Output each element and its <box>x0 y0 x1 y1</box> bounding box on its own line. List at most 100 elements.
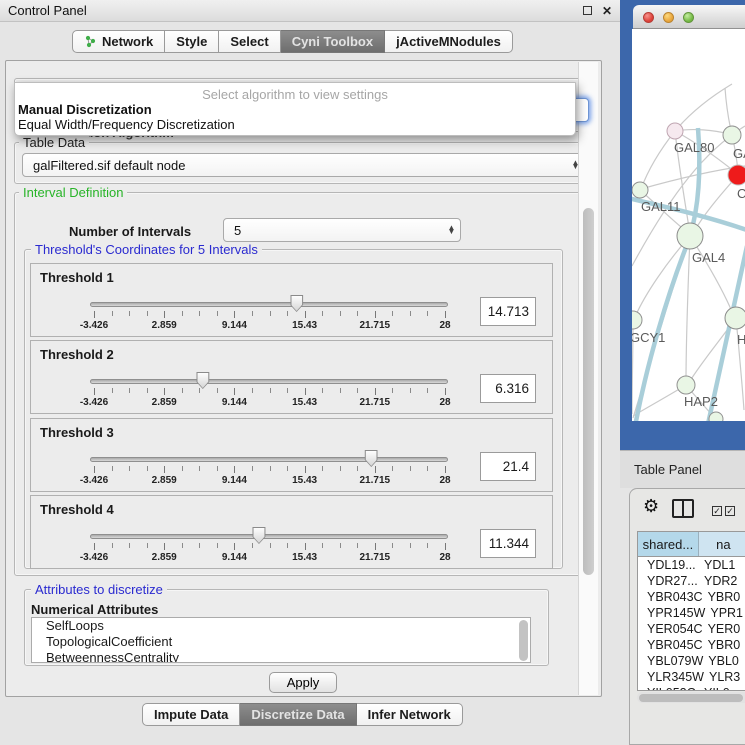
table-row[interactable]: YBR043C YBR0 <box>638 589 745 605</box>
tab-network[interactable]: Network <box>72 30 165 53</box>
tab-label: Network <box>102 34 153 49</box>
numerical-attributes-list[interactable]: SelfLoops TopologicalCoefficient Between… <box>31 617 531 663</box>
tab-label: jActiveMNodules <box>396 34 501 49</box>
network-node-label: C <box>737 186 745 201</box>
network-node[interactable] <box>728 165 745 185</box>
tab-cyni-toolbox[interactable]: Cyni Toolbox <box>281 30 385 53</box>
gear-icon[interactable]: ⚙ <box>643 496 659 517</box>
network-node-label: GCY1 <box>632 330 665 345</box>
tab-label: Cyni Toolbox <box>292 34 373 49</box>
tab-discretize-data[interactable]: Discretize Data <box>240 703 356 726</box>
slider-handle[interactable] <box>365 450 378 467</box>
network-node-label: H <box>737 332 745 347</box>
zoom-traffic-light-icon[interactable] <box>683 12 694 23</box>
network-node[interactable] <box>723 126 741 144</box>
panel-scrollbar[interactable] <box>578 62 598 695</box>
network-node[interactable] <box>677 376 695 394</box>
table-row[interactable]: YDL19... YDL1 <box>638 557 745 573</box>
float-window-icon[interactable] <box>583 6 592 15</box>
split-table-icon[interactable] <box>672 499 694 518</box>
slider-track[interactable] <box>90 534 448 539</box>
network-node[interactable] <box>632 311 642 329</box>
algorithm-menu-item[interactable]: Equal Width/Frequency Discretization <box>15 117 575 132</box>
panel-title: Control Panel <box>8 3 583 18</box>
threshold-slider: -3.4262.8599.14415.4321.71528 <box>90 294 448 336</box>
checkbox-checked-icon[interactable]: ✓ <box>725 506 735 516</box>
network-edge[interactable] <box>641 131 675 189</box>
threshold-slider: -3.4262.8599.14415.4321.71528 <box>90 449 448 491</box>
tab-label: Impute Data <box>154 707 228 722</box>
network-edge[interactable] <box>675 84 732 131</box>
attribute-list-item[interactable]: TopologicalCoefficient <box>32 634 530 650</box>
threshold-value-box[interactable]: 14.713 <box>480 297 536 326</box>
list-scrollbar[interactable] <box>519 620 528 661</box>
tab-select[interactable]: Select <box>219 30 280 53</box>
apply-button[interactable]: Apply <box>269 672 337 693</box>
network-node[interactable] <box>725 307 745 329</box>
slider-track[interactable] <box>90 457 448 462</box>
slider-track[interactable] <box>90 379 448 384</box>
stepper-arrows-icon: ▲▼ <box>445 226 460 234</box>
table-row[interactable]: YPR145W YPR1 <box>638 605 745 621</box>
table-row[interactable]: YDR27... YDR2 <box>638 573 745 589</box>
number-of-intervals-combo[interactable]: 5 ▲▼ <box>223 218 461 242</box>
minimize-traffic-light-icon[interactable] <box>663 12 674 23</box>
table-panel-title: Table Panel <box>634 462 702 477</box>
thresholds-title: Threshold's Coordinates for 5 Intervals <box>31 242 262 257</box>
table-row[interactable]: YIL052C YIL0 <box>638 685 745 691</box>
network-node[interactable] <box>667 123 683 139</box>
tab-jactivemnodules[interactable]: jActiveMNodules <box>385 30 513 53</box>
threshold-panel: Threshold 1 -3.4262.8599.14415.4321.7152… <box>30 263 553 337</box>
slider-handle[interactable] <box>252 527 265 544</box>
tab-impute-data[interactable]: Impute Data <box>142 703 240 726</box>
threshold-value-box[interactable]: 21.4 <box>480 452 536 481</box>
table-row[interactable]: YER054C YER0 <box>638 621 745 637</box>
close-traffic-light-icon[interactable] <box>643 12 654 23</box>
numerical-attributes-label: Numerical Attributes <box>31 602 158 617</box>
table-data-title: Table Data <box>19 135 89 150</box>
slider-handle[interactable] <box>290 295 303 312</box>
control-panel-titlebar: Control Panel ✕ <box>0 0 620 22</box>
table-data-combo[interactable]: galFiltered.sif default node ▲▼ <box>22 153 585 177</box>
network-node[interactable] <box>677 223 703 249</box>
network-edge[interactable] <box>635 236 690 317</box>
attribute-list-item[interactable]: BetweennessCentrality <box>32 650 530 663</box>
algorithm-placeholder-item[interactable]: Select algorithm to view settings <box>15 83 575 102</box>
attribute-list-item[interactable]: SelfLoops <box>32 618 530 634</box>
slider-handle[interactable] <box>196 372 209 389</box>
threshold-label: Threshold 3 <box>40 425 114 440</box>
table-panel-titlebar: Table Panel <box>620 450 745 488</box>
tab-infer-network[interactable]: Infer Network <box>357 703 463 726</box>
network-node-label: GA <box>733 146 745 161</box>
network-node[interactable] <box>709 412 723 421</box>
column-header-name[interactable]: na <box>699 532 745 556</box>
interval-definition-title: Interval Definition <box>19 185 127 200</box>
tab-style[interactable]: Style <box>165 30 219 53</box>
threshold-panel: Threshold 3 -3.4262.8599.14415.4321.7152… <box>30 418 553 492</box>
tab-label: Discretize Data <box>251 707 344 722</box>
network-node-label: GAL80 <box>674 140 714 155</box>
table-data-combo-value: galFiltered.sif default node <box>23 158 569 173</box>
threshold-value-box[interactable]: 11.344 <box>480 529 536 558</box>
table-row[interactable]: YBR045C YBR0 <box>638 637 745 653</box>
checkbox-checked-icon[interactable]: ✓ <box>712 506 722 516</box>
algorithm-dropdown-popup: Select algorithm to view settings Manual… <box>14 82 576 136</box>
table-hscrollbar-thumb[interactable] <box>639 694 743 702</box>
threshold-slider: -3.4262.8599.14415.4321.71528 <box>90 526 448 568</box>
network-node-label: HAP2 <box>684 394 718 409</box>
table-hscrollbar[interactable] <box>637 692 745 703</box>
slider-track[interactable] <box>90 302 448 307</box>
network-edge[interactable] <box>686 236 690 382</box>
network-canvas[interactable]: GAL80GACGAL11GAL4GCY1HHAP2 <box>632 29 745 421</box>
panel-scrollbar-thumb[interactable] <box>583 208 594 575</box>
close-icon[interactable]: ✕ <box>602 5 612 17</box>
table-row[interactable]: YLR345W YLR3 <box>638 669 745 685</box>
threshold-value-box[interactable]: 6.316 <box>480 374 536 403</box>
table-row[interactable]: YBL079W YBL0 <box>638 653 745 669</box>
network-window-titlebar[interactable] <box>633 5 745 29</box>
network-node[interactable] <box>632 182 648 198</box>
number-of-intervals-label: Number of Intervals <box>69 224 191 239</box>
top-tab-bar: Network Style Select <box>72 30 513 53</box>
column-header-shared[interactable]: shared... <box>638 532 699 556</box>
algorithm-menu-item[interactable]: Manual Discretization <box>15 102 575 117</box>
